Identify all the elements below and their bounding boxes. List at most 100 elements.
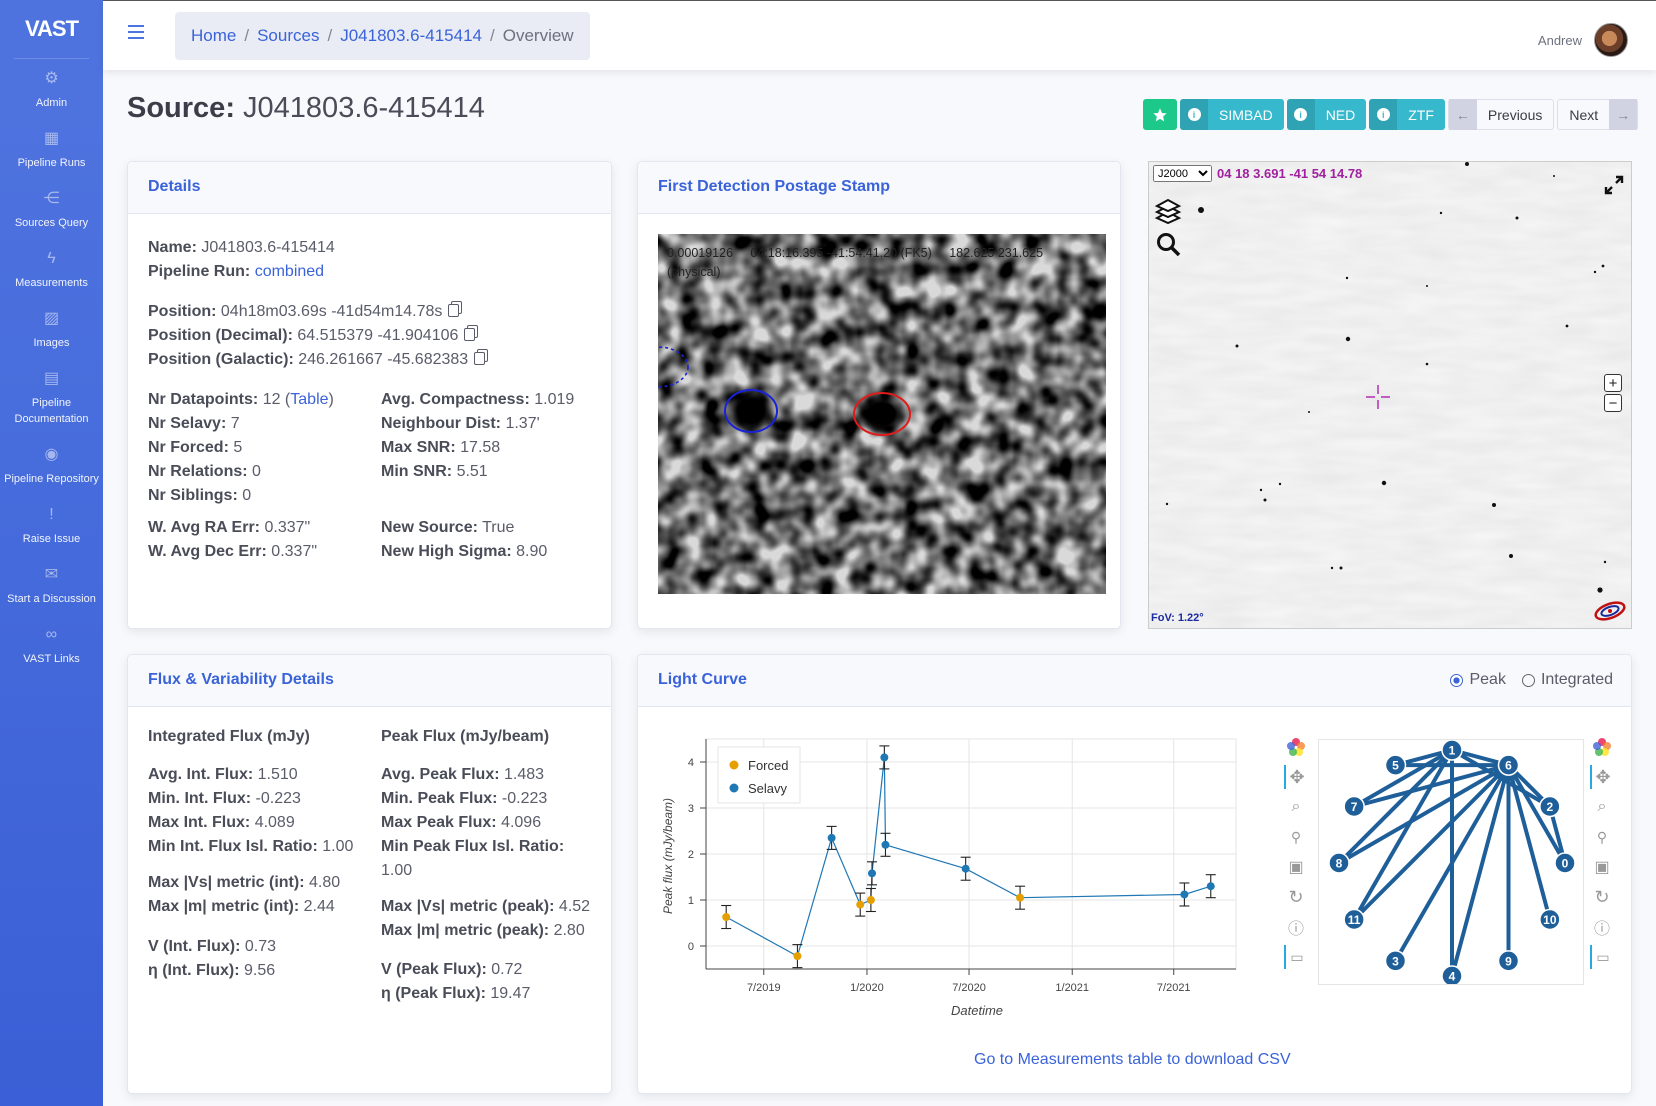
- arrow-right-icon: →: [1609, 99, 1638, 130]
- int-eta: η (Int. Flux): 9.56: [148, 962, 276, 979]
- aladin-sky-viewer[interactable]: J2000 04 18 3.691 -41 54 14.78 + − FoV: …: [1148, 161, 1632, 629]
- postage-stamp-image[interactable]: 0.00019126 04:18:16.395 -41:54:41.20 (FK…: [658, 234, 1106, 594]
- sidebar-item-pipeline-runs[interactable]: ▦ Pipeline Runs: [0, 119, 103, 179]
- sidebar-item-pipeline-documentation[interactable]: ▤ Pipeline Documentation: [0, 359, 103, 435]
- graph-edge: [1450, 764, 1511, 977]
- int-max: Max Int. Flux: 4.089: [148, 814, 295, 831]
- layers-icon[interactable]: [1154, 198, 1182, 224]
- help-icon[interactable]: ⓘ: [1284, 915, 1308, 939]
- gear-icon: ⚙: [44, 70, 59, 87]
- graph-toolbar: ✥ ⌕ ⚲ ▣ ↻ ⓘ ▭: [1590, 735, 1614, 975]
- page-title-prefix: Source:: [127, 92, 235, 124]
- sidebar-item-label: Start a Discussion: [7, 593, 96, 605]
- graph-node-label: 6: [1505, 759, 1512, 773]
- zoom-in-button[interactable]: +: [1604, 374, 1622, 392]
- favourite-button[interactable]: [1143, 99, 1177, 130]
- light-curve-chart[interactable]: 7/2019 1/2020 7/2020 1/2021 7/2021 0 1 2 3 4 Datet…: [646, 725, 1246, 1035]
- peak-min: Min. Peak Flux: -0.223: [381, 790, 548, 807]
- details-header: Details: [128, 162, 611, 214]
- fullscreen-icon[interactable]: [1603, 174, 1625, 196]
- stamp-frame: (physical): [667, 265, 721, 279]
- help-icon[interactable]: ⓘ: [1590, 915, 1614, 939]
- breadcrumb-current: Overview: [502, 26, 574, 45]
- share-icon: ⋲: [43, 190, 60, 207]
- sidebar-item-start-a-discussion[interactable]: ✉ Start a Discussion: [0, 555, 103, 615]
- graph-node-label: 1: [1449, 744, 1456, 758]
- sidebar-item-sources-query[interactable]: ⋲ Sources Query: [0, 179, 103, 239]
- ztf-button[interactable]: i ZTF: [1369, 99, 1445, 130]
- radio-unchecked-icon: [1521, 673, 1535, 687]
- reset-icon[interactable]: ↻: [1590, 885, 1614, 909]
- copy-icon[interactable]: [474, 352, 486, 365]
- legend-label: Forced: [748, 758, 788, 773]
- detail-min-snr: Min SNR: 5.51: [381, 463, 488, 480]
- data-point-forced: [793, 952, 802, 961]
- breadcrumb-home[interactable]: Home: [191, 26, 236, 46]
- copy-icon[interactable]: [464, 328, 476, 341]
- sidebar-item-measurements[interactable]: ϟ Measurements: [0, 239, 103, 299]
- brand-logo[interactable]: VAST: [0, 0, 103, 58]
- reset-icon[interactable]: ↻: [1284, 885, 1308, 909]
- ned-label: NED: [1325, 106, 1356, 123]
- previous-button[interactable]: ← Previous: [1447, 99, 1555, 130]
- search-icon[interactable]: [1156, 232, 1182, 258]
- ned-button[interactable]: i NED: [1286, 99, 1367, 130]
- data-point-selavy: [827, 833, 836, 842]
- relations-graph[interactable]: 0 1 2 3 4 5 6 7 8 9 10 11: [1318, 739, 1584, 985]
- postage-stamp-header: First Detection Postage Stamp: [638, 162, 1120, 214]
- detail-nr-forced: Nr Forced: 5: [148, 439, 243, 456]
- sidebar-item-label: Raise Issue: [22, 533, 81, 545]
- details-left-list: Nr Datapoints: 12 (Table) Nr Selavy: 7 N…: [148, 388, 334, 508]
- copy-icon[interactable]: [448, 304, 460, 317]
- save-icon[interactable]: ▣: [1284, 855, 1308, 879]
- radio-integrated[interactable]: Integrated: [1521, 671, 1613, 689]
- y-axis-label: Peak flux (mJy/beam): [661, 798, 675, 914]
- data-point-selavy: [881, 840, 890, 849]
- pan-icon[interactable]: ✥: [1590, 765, 1614, 789]
- data-point-selavy: [880, 753, 889, 762]
- data-point-forced: [856, 900, 865, 909]
- detail-nr-datapoints: Nr Datapoints: 12 (Table): [148, 391, 334, 408]
- zoom-out-button[interactable]: −: [1604, 394, 1622, 412]
- hover-icon[interactable]: ▭: [1284, 945, 1308, 969]
- sidebar-item-images[interactable]: ▨ Images: [0, 299, 103, 359]
- pipeline-run-link[interactable]: combined: [255, 263, 324, 280]
- sidebar-item-raise-issue[interactable]: ! Raise Issue: [0, 495, 103, 555]
- breadcrumb-sources[interactable]: Sources: [257, 26, 319, 46]
- bokeh-logo-icon[interactable]: [1590, 735, 1614, 759]
- pan-icon[interactable]: ✥: [1284, 765, 1308, 789]
- download-csv-link[interactable]: Go to Measurements table to download CSV: [974, 1051, 1291, 1069]
- box-zoom-icon[interactable]: ⌕: [1284, 795, 1308, 819]
- next-button[interactable]: Next →: [1557, 99, 1639, 130]
- previous-label: Previous: [1487, 106, 1543, 123]
- sidebar-item-admin[interactable]: ⚙ Admin: [0, 59, 103, 119]
- coordinate-frame-select[interactable]: J2000: [1153, 165, 1212, 182]
- hamburger-menu-icon[interactable]: [128, 25, 144, 41]
- table-link[interactable]: Table: [290, 391, 328, 408]
- data-point-selavy: [961, 864, 970, 873]
- sidebar-item-pipeline-repository[interactable]: ◉ Pipeline Repository: [0, 435, 103, 495]
- breadcrumb-source[interactable]: J041803.6-415414: [340, 26, 482, 46]
- save-icon[interactable]: ▣: [1590, 855, 1614, 879]
- info-icon: i: [1187, 108, 1201, 121]
- stamp-pixel-value: 0.00019126: [667, 246, 734, 260]
- x-axis-label: Datetime: [951, 1003, 1003, 1018]
- simbad-button[interactable]: i SIMBAD: [1180, 99, 1284, 130]
- flux-variability-card: Flux & Variability Details Integrated Fl…: [127, 654, 612, 1094]
- box-zoom-icon[interactable]: ⌕: [1590, 795, 1614, 819]
- lc-toolbar: ✥ ⌕ ⚲ ▣ ↻ ⓘ ▭: [1284, 735, 1308, 975]
- sidebar-item-vast-links[interactable]: ∞ VAST Links: [0, 615, 103, 675]
- file-icon: ▤: [43, 370, 60, 387]
- user-menu[interactable]: Andrew: [1538, 23, 1628, 57]
- detail-new-source: New Source: True: [381, 519, 515, 536]
- sidebar-item-label: Pipeline Runs: [17, 157, 86, 169]
- bokeh-logo-icon[interactable]: [1284, 735, 1308, 759]
- radio-peak[interactable]: Peak: [1450, 671, 1506, 689]
- star-icon: [1153, 107, 1167, 121]
- wheel-zoom-icon[interactable]: ⚲: [1284, 825, 1308, 849]
- wheel-zoom-icon[interactable]: ⚲: [1590, 825, 1614, 849]
- hover-icon[interactable]: ▭: [1590, 945, 1614, 969]
- user-name: Andrew: [1537, 32, 1582, 48]
- data-point-selavy: [1206, 882, 1215, 891]
- detail-position-galactic: Position (Galactic): 246.261667 -45.6823…: [148, 348, 486, 372]
